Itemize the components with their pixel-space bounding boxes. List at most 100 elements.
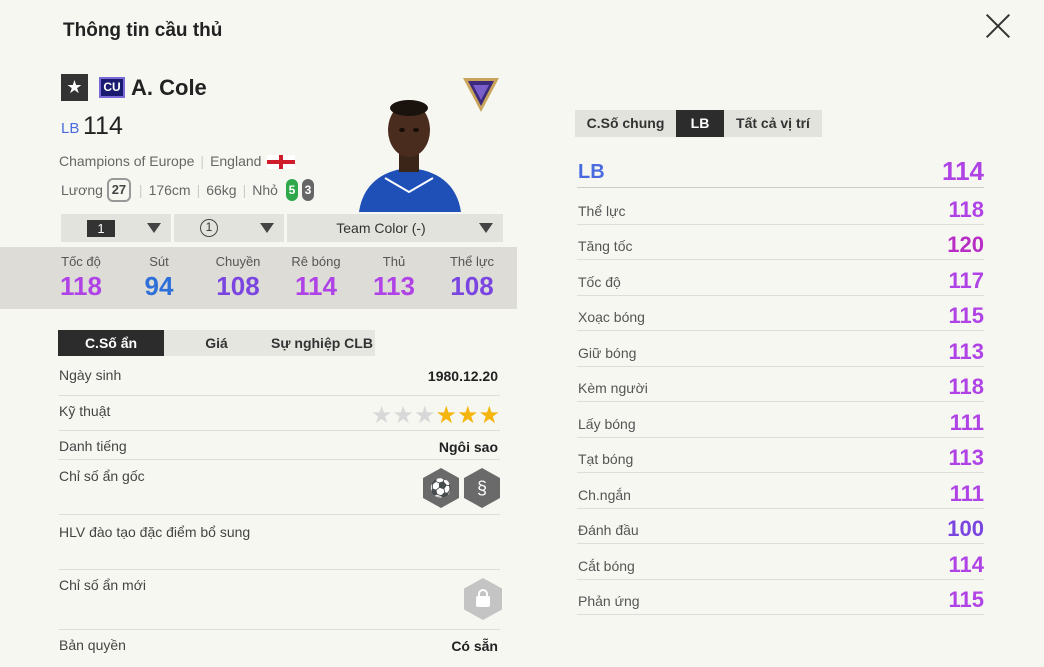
grade-dropdown[interactable]: 1 [174,214,284,242]
close-icon[interactable] [984,12,1012,40]
skill-stars: ★★★★★★ [371,401,500,430]
tab-position-lb[interactable]: LB [676,110,724,137]
stat-shooting: Sút 94 [144,254,174,301]
star-filled-icon: ★ [478,402,500,429]
position-rating-value: 114 [942,156,984,186]
info-tabs: C.Số ẩn Giá Sự nghiệp CLB [58,330,375,356]
detail-stat-label: Lấy bóng [578,415,636,432]
birth-label: Ngày sinh [59,367,122,383]
detail-stat-value: 111 [949,480,984,506]
detail-stat-value: 115 [948,303,985,328]
player-ovr: 114 [83,112,123,140]
detail-stat-label: Ch.ngắn [578,486,631,503]
detail-stat-value: 118 [948,196,985,222]
player-team: Champions of Europe [59,153,195,169]
detail-stat-value: 114 [948,551,985,577]
player-nation: England [210,153,262,169]
favorite-star-icon[interactable]: ★ [61,74,88,101]
new-traits-row: Chỉ số ẩn mới [59,577,502,630]
position-rating-label: LB [578,161,605,183]
detail-stat-value: 117 [948,267,985,293]
detail-stat-row: Lấy bóng 111 [577,402,984,438]
player-name: A. Cole [131,75,207,100]
team-color-dropdown[interactable]: Team Color (-) [287,214,503,242]
detail-stat-row: Thể lực 118 [577,189,984,225]
position-tabs: C.Số chung LB Tất cả vị trí [575,110,822,137]
detail-stat-value: 115 [948,587,985,612]
detail-stat-value: 100 [947,516,984,541]
detail-stat-row: Phản ứng 115 [577,580,985,615]
stat-defending: Thủ 113 [373,254,415,301]
tab-hidden-stats[interactable]: C.Số ẩn [58,330,164,356]
season-badge: CU [99,77,125,98]
detail-stat-row: Giữ bóng 113 [577,331,984,367]
tab-club-career[interactable]: Sự nghiệp CLB [269,330,375,356]
detail-stat-row: Đánh đầu 100 [577,509,984,544]
detail-stat-label: Xoạc bóng [578,309,645,325]
detail-stat-row: Xoạc bóng 115 [577,296,985,331]
detail-stat-label: Phản ứng [578,593,640,609]
trait-dribble-icon[interactable]: § [464,468,500,508]
right-foot-icon: 3 [301,179,314,201]
star-filled-icon: ★ [456,402,479,429]
birth-row: Ngày sinh 1980.12.20 [59,367,500,396]
fame-value: Ngôi sao [438,439,498,455]
star-empty-icon: ★ [370,402,393,429]
coach-label: HLV đào tạo đặc điểm bổ sung [59,524,251,540]
tab-general-stats[interactable]: C.Số chung [575,110,676,137]
chevron-down-icon [147,223,161,233]
traits-row: Chỉ số ẩn gốc ⚽ § [59,468,500,515]
detail-stat-value: 118 [948,374,985,399]
detail-stat-label: Thể lực [578,202,626,219]
player-position: LB [61,120,80,137]
salary-label: Lương [61,182,103,198]
star-empty-icon: ★ [392,402,414,429]
detail-stat-row: Cắt bóng 114 [577,544,984,580]
detail-stat-row: Ch.ngắn 111 [577,473,984,509]
detail-stat-label: Tạt bóng [578,451,634,467]
player-club-nation: Champions of Europe | England [59,153,296,170]
level-dropdown[interactable]: 1 [61,214,171,242]
stat-dribbling: Rê bóng 114 [291,254,341,301]
chevron-down-icon [479,223,493,233]
stat-physical: Thể lực 108 [449,254,495,301]
detail-stat-label: Kèm người [578,380,648,396]
coach-row: HLV đào tạo đặc điểm bổ sung [59,524,500,570]
trait-tackle-icon[interactable]: ⚽ [423,468,459,508]
detail-stat-value: 120 [947,232,984,257]
detail-stat-row: Tăng tốc 120 [577,225,984,260]
england-flag-icon [267,155,296,170]
detail-stat-label: Giữ bóng [578,344,637,361]
level-value: 1 [87,219,115,237]
stat-pace: Tốc độ 118 [60,254,102,301]
team-color-label: Team Color (-) [336,220,426,236]
detail-stat-row: Kèm người 118 [577,367,985,402]
star-filled-icon: ★ [435,402,457,429]
detail-stat-label: Đánh đầu [578,522,639,538]
page-title: Thông tin cầu thủ [63,20,223,41]
salary-value: 27 [106,178,131,202]
license-value: Có sẵn [451,638,498,654]
detail-stat-value: 111 [949,409,984,435]
birth-value: 1980.12.20 [427,368,498,384]
chevron-down-icon [260,223,274,233]
fame-label: Danh tiếng [59,438,127,454]
lock-icon[interactable] [464,578,502,620]
player-body-type: Nhỏ [252,182,278,198]
skill-label: Kỹ thuật [59,403,111,419]
detail-stat-value: 113 [948,445,985,470]
traits-label: Chỉ số ẩn gốc [59,468,145,484]
license-label: Bản quyền [59,637,126,653]
player-physical: Lương 27 | 176cm | 66kg | Nhỏ 5 3 [61,178,314,202]
position-rating-row: LB 114 [577,155,984,188]
detail-stat-label: Tăng tốc [578,238,633,254]
detail-stat-label: Tốc độ [578,273,621,290]
player-height: 176cm [148,182,191,198]
stat-passing: Chuyền 108 [215,254,261,301]
new-traits-label: Chỉ số ẩn mới [59,577,146,593]
tab-price[interactable]: Giá [164,330,269,356]
grade-value: 1 [200,219,218,237]
detail-stat-label: Cắt bóng [578,557,635,574]
star-empty-icon: ★ [413,402,436,429]
tab-all-positions[interactable]: Tất cả vị trí [724,110,822,137]
